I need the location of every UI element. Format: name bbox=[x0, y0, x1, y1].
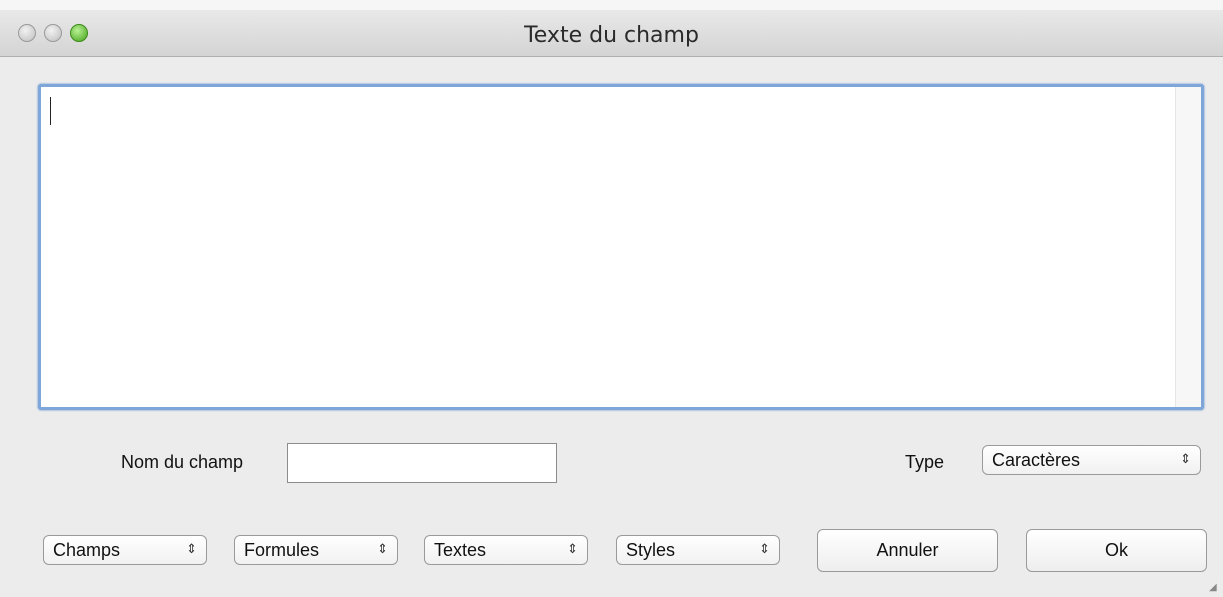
popup-arrows-icon: ⇕ bbox=[567, 542, 578, 557]
field-name-label: Nom du champ bbox=[121, 452, 244, 472]
champs-popup[interactable]: Champs ⇕ bbox=[43, 535, 207, 565]
field-name-input[interactable] bbox=[287, 443, 557, 483]
popup-arrows-icon: ⇕ bbox=[1180, 452, 1191, 467]
window-title: Texte du champ bbox=[524, 23, 699, 48]
ok-button[interactable]: Ok bbox=[1026, 529, 1207, 572]
type-label: Type bbox=[905, 452, 945, 472]
field-text-area[interactable] bbox=[38, 84, 1204, 410]
popup-arrows-icon: ⇕ bbox=[759, 542, 770, 557]
title-bar: Texte du champ bbox=[0, 0, 1223, 57]
champs-popup-label: Champs bbox=[53, 540, 121, 560]
cancel-button[interactable]: Annuler bbox=[817, 529, 998, 572]
textes-popup-label: Textes bbox=[434, 540, 487, 560]
styles-popup-label: Styles bbox=[626, 540, 676, 560]
textes-popup[interactable]: Textes ⇕ bbox=[424, 535, 588, 565]
resize-grip-icon[interactable]: ◢ bbox=[1209, 583, 1219, 593]
type-popup[interactable]: Caractères ⇕ bbox=[982, 445, 1201, 475]
formules-popup[interactable]: Formules ⇕ bbox=[234, 535, 398, 565]
styles-popup[interactable]: Styles ⇕ bbox=[616, 535, 780, 565]
type-popup-value: Caractères bbox=[992, 450, 1081, 470]
popup-arrows-icon: ⇕ bbox=[377, 542, 388, 557]
text-area-scrollbar[interactable] bbox=[1175, 87, 1201, 407]
text-caret bbox=[50, 97, 51, 125]
formules-popup-label: Formules bbox=[244, 540, 320, 560]
title-bar-top-strip bbox=[0, 0, 1223, 10]
popup-arrows-icon: ⇕ bbox=[186, 542, 197, 557]
